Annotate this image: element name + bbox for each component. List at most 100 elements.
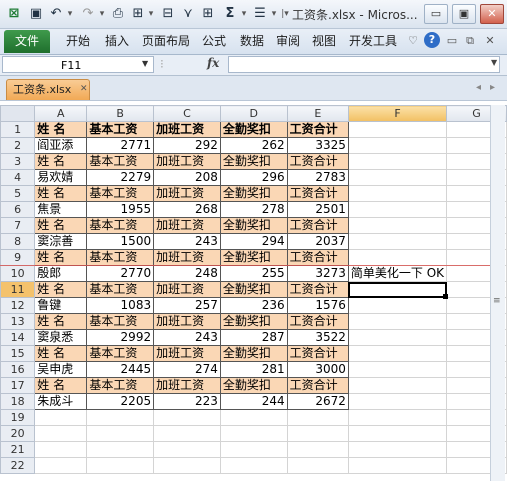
row-header[interactable]: 3: [0, 153, 36, 170]
header-cell[interactable]: 基本工资: [86, 345, 155, 362]
empty-cell[interactable]: [347, 345, 448, 362]
header-cell[interactable]: 全勤奖扣: [219, 185, 288, 202]
data-cell[interactable]: 窦淙善: [34, 233, 88, 250]
tab-insert[interactable]: 插入: [105, 30, 129, 53]
empty-cell[interactable]: [347, 361, 448, 378]
row-header[interactable]: 18: [0, 393, 36, 410]
header-cell[interactable]: 全勤奖扣: [219, 281, 288, 298]
empty-cell[interactable]: [347, 201, 448, 218]
data-cell[interactable]: 窦泉悉: [34, 329, 88, 346]
column-header-b[interactable]: B: [86, 105, 155, 122]
row-header[interactable]: 1: [0, 121, 36, 138]
header-cell[interactable]: 全勤奖扣: [219, 313, 288, 330]
scroll-right-icon[interactable]: ▸: [490, 82, 495, 93]
empty-cell[interactable]: [86, 441, 155, 458]
file-tab[interactable]: 文件: [4, 30, 50, 53]
data-cell[interactable]: 248: [153, 265, 221, 282]
header-cell[interactable]: 基本工资: [86, 281, 155, 298]
data-cell[interactable]: 243: [153, 233, 221, 250]
empty-cell[interactable]: [347, 457, 448, 474]
save-icon[interactable]: ▣: [28, 5, 44, 23]
header-cell[interactable]: 工资合计: [286, 217, 349, 234]
data-cell[interactable]: 2037: [286, 233, 349, 250]
data-cell[interactable]: 3273: [286, 265, 349, 282]
row-header[interactable]: 15: [0, 345, 36, 362]
header-cell[interactable]: 工资合计: [286, 281, 349, 298]
empty-cell[interactable]: [347, 185, 448, 202]
data-cell[interactable]: 2205: [86, 393, 155, 410]
data-cell[interactable]: 281: [219, 361, 288, 378]
header-cell[interactable]: 加班工资: [153, 217, 221, 234]
empty-cell[interactable]: [34, 425, 88, 442]
empty-cell[interactable]: [347, 121, 448, 138]
empty-cell[interactable]: [347, 409, 448, 426]
header-cell[interactable]: 工资合计: [286, 185, 349, 202]
empty-cell[interactable]: [219, 425, 288, 442]
header-cell[interactable]: 全勤奖扣: [219, 377, 288, 394]
header-cell[interactable]: 全勤奖扣: [219, 121, 288, 138]
header-cell[interactable]: 全勤奖扣: [219, 249, 288, 266]
workbook-minimize-icon[interactable]: ▭: [444, 33, 460, 49]
customize-icon[interactable]: |▾: [280, 5, 290, 23]
data-cell[interactable]: 1576: [286, 297, 349, 314]
data-cell[interactable]: 3000: [286, 361, 349, 378]
data-cell[interactable]: 262: [219, 137, 288, 154]
column-header-f[interactable]: F: [347, 105, 448, 122]
row-header[interactable]: 19: [0, 409, 36, 426]
undo-icon[interactable]: ↶: [48, 5, 64, 23]
data-cell[interactable]: 296: [219, 169, 288, 186]
header-cell[interactable]: 工资合计: [286, 249, 349, 266]
header-cell[interactable]: 加班工资: [153, 185, 221, 202]
tab-view[interactable]: 视图: [312, 30, 336, 53]
header-cell[interactable]: 基本工资: [86, 185, 155, 202]
spreadsheet-grid[interactable]: ABCDEFG1姓 名基本工资 加班工资 全勤奖扣 工资合计 2 阎亚添 2771 292 26…: [0, 105, 507, 474]
data-cell[interactable]: 朱成斗: [34, 393, 88, 410]
borders-icon[interactable]: ⊞: [200, 5, 216, 23]
empty-cell[interactable]: [347, 377, 448, 394]
header-cell[interactable]: 工资合计: [286, 153, 349, 170]
note-cell[interactable]: 简单美化一下 OK: [347, 265, 448, 282]
tab-data[interactable]: 数据: [240, 30, 264, 53]
header-cell[interactable]: 加班工资: [153, 121, 221, 138]
header-cell[interactable]: 姓 名: [34, 249, 88, 266]
data-cell[interactable]: 焦景: [34, 201, 88, 218]
empty-cell[interactable]: [347, 249, 448, 266]
header-cell[interactable]: 全勤奖扣: [219, 345, 288, 362]
wrap-dropdown-icon[interactable]: ▾: [269, 5, 279, 23]
header-cell[interactable]: 姓 名: [34, 217, 88, 234]
header-cell[interactable]: 加班工资: [153, 345, 221, 362]
header-cell[interactable]: 工资合计: [286, 313, 349, 330]
close-button[interactable]: ✕: [480, 4, 504, 24]
header-cell[interactable]: 全勤奖扣: [219, 153, 288, 170]
data-cell[interactable]: 244: [219, 393, 288, 410]
scroll-left-icon[interactable]: ◂: [476, 82, 481, 93]
data-cell[interactable]: 3522: [286, 329, 349, 346]
workbook-close-icon[interactable]: ✕: [482, 33, 498, 49]
empty-cell[interactable]: [347, 441, 448, 458]
vertical-scrollbar[interactable]: [490, 105, 505, 481]
row-header[interactable]: 22: [0, 457, 36, 474]
row-header[interactable]: 14: [0, 329, 36, 346]
autosum-dropdown-icon[interactable]: ▾: [239, 5, 249, 23]
header-cell[interactable]: 工资合计: [286, 345, 349, 362]
data-cell[interactable]: 2445: [86, 361, 155, 378]
formula-input[interactable]: [228, 56, 500, 73]
workbook-tab-close-icon[interactable]: ✕: [80, 84, 88, 94]
row-header[interactable]: 12: [0, 297, 36, 314]
empty-cell[interactable]: [153, 441, 221, 458]
empty-cell[interactable]: [286, 457, 349, 474]
empty-cell[interactable]: [286, 425, 349, 442]
sort-filter-icon[interactable]: ⋎: [180, 5, 196, 23]
header-cell[interactable]: 姓 名: [34, 313, 88, 330]
ribbon-collapse-icon[interactable]: ♡: [405, 33, 421, 49]
empty-cell[interactable]: [347, 281, 448, 298]
empty-cell[interactable]: [219, 441, 288, 458]
empty-cell[interactable]: [347, 393, 448, 410]
header-cell[interactable]: 姓 名: [34, 377, 88, 394]
data-cell[interactable]: 208: [153, 169, 221, 186]
autosum-icon[interactable]: Σ: [222, 5, 238, 23]
workbook-restore-icon[interactable]: ⧉: [462, 33, 478, 49]
redo-dropdown-icon[interactable]: ▾: [97, 5, 107, 23]
tab-review[interactable]: 审阅: [276, 30, 300, 53]
row-header[interactable]: 6: [0, 201, 36, 218]
